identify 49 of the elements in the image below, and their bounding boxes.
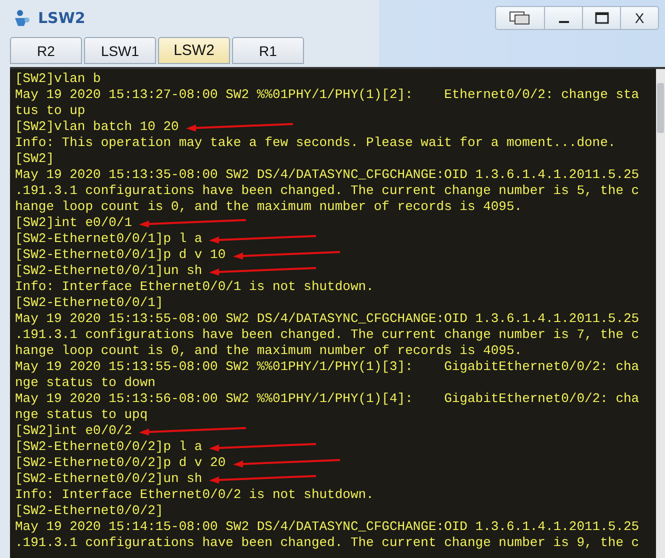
terminal-line: [SW2-Ethernet0/0/1]p l a xyxy=(15,231,202,247)
arrow-icon xyxy=(232,250,342,260)
terminal-line: nge status to upq xyxy=(15,407,148,423)
terminal-line: hange loop count is 0, and the maximum number of records is 4095. xyxy=(15,343,522,359)
device-tab[interactable]: LSW1 xyxy=(84,37,156,64)
terminal-line: [SW2]int e0/0/1 xyxy=(15,215,132,231)
terminal-line: .191.3.1 configurations have been changed. The current change number is 5, the c xyxy=(15,183,640,199)
scrollbar[interactable] xyxy=(656,69,665,558)
device-tab[interactable]: LSW2 xyxy=(158,37,230,64)
terminal-line: hange loop count is 0, and the maximum number of records is 4095. xyxy=(15,199,522,215)
terminal-line: [SW2]vlan batch 10 20 xyxy=(15,119,179,135)
terminal-line: .191.3.1 configurations have been changed. The current change number is 9, the c xyxy=(15,535,640,551)
terminal-line: [SW2-Ethernet0/0/1]un sh xyxy=(15,263,202,279)
terminal-line: [SW2]vlan b xyxy=(15,71,101,87)
arrow-icon xyxy=(184,122,295,132)
terminal-line: [SW2-Ethernet0/0/1]p d v 10 xyxy=(15,247,226,263)
terminal-line: [SW2-Ethernet0/0/2]un sh xyxy=(15,471,202,487)
arrow-icon xyxy=(138,426,248,436)
arrow-icon xyxy=(208,234,318,244)
terminal-line: [SW2-Ethernet0/0/1] xyxy=(15,295,164,311)
terminal-line: [SW2-Ethernet0/0/2]p l a xyxy=(15,439,202,455)
terminal-line: Info: Interface Ethernet0/0/1 is not shutdown. xyxy=(15,279,374,295)
arrow-icon xyxy=(232,458,342,468)
restore-icon xyxy=(509,10,531,24)
terminal-line: tus to up xyxy=(15,103,86,119)
terminal-line: Info: Interface Ethernet0/0/2 is not shutdown. xyxy=(15,487,374,503)
arrow-icon xyxy=(208,474,318,484)
terminal-line: .191.3.1 configurations have been changed. The current change number is 7, the c xyxy=(15,327,640,343)
arrow-icon xyxy=(208,442,318,452)
arrow-icon xyxy=(138,218,248,228)
arrow-icon xyxy=(208,266,318,276)
terminal-line: nge status to down xyxy=(15,375,156,391)
terminal-line: May 19 2020 15:13:27-08:00 SW2 %%01PHY/1/PHY(1)[2]: Ethernet0/0/2: change sta xyxy=(15,87,640,103)
maximize-icon xyxy=(594,12,608,24)
minimize-icon xyxy=(558,20,568,22)
terminal-line: [SW2] xyxy=(15,151,54,167)
terminal-line: Info: This operation may take a few seconds. Please wait for a moment...done. xyxy=(15,135,616,151)
logo-icon xyxy=(12,8,32,28)
terminal-line: May 19 2020 15:13:55-08:00 SW2 %%01PHY/1/PHY(1)[3]: GigabitEthernet0/0/2: cha xyxy=(15,359,640,375)
terminal-line: May 19 2020 15:13:56-08:00 SW2 %%01PHY/1/PHY(1)[4]: GigabitEthernet0/0/2: cha xyxy=(15,391,640,407)
terminal-line: [SW2-Ethernet0/0/2]p d v 20 xyxy=(15,455,226,471)
terminal-line: [SW2-Ethernet0/0/2] xyxy=(15,503,164,519)
terminal-line: May 19 2020 15:13:55-08:00 SW2 DS/4/DATASYNC_CFGCHANGE:OID 1.3.6.1.4.1.2011.5.25 xyxy=(15,311,640,327)
terminal-line: [SW2]int e0/0/2 xyxy=(15,423,132,439)
device-tab[interactable]: R2 xyxy=(10,37,82,64)
terminal-line: May 19 2020 15:14:15-08:00 SW2 DS/4/DATASYNC_CFGCHANGE:OID 1.3.6.1.4.1.2011.5.25 xyxy=(15,519,640,535)
device-tab[interactable]: R1 xyxy=(232,37,304,64)
window-title: LSW2 xyxy=(38,8,86,26)
terminal-line: May 19 2020 15:13:35-08:00 SW2 DS/4/DATASYNC_CFGCHANGE:OID 1.3.6.1.4.1.2011.5.25 xyxy=(15,167,640,183)
